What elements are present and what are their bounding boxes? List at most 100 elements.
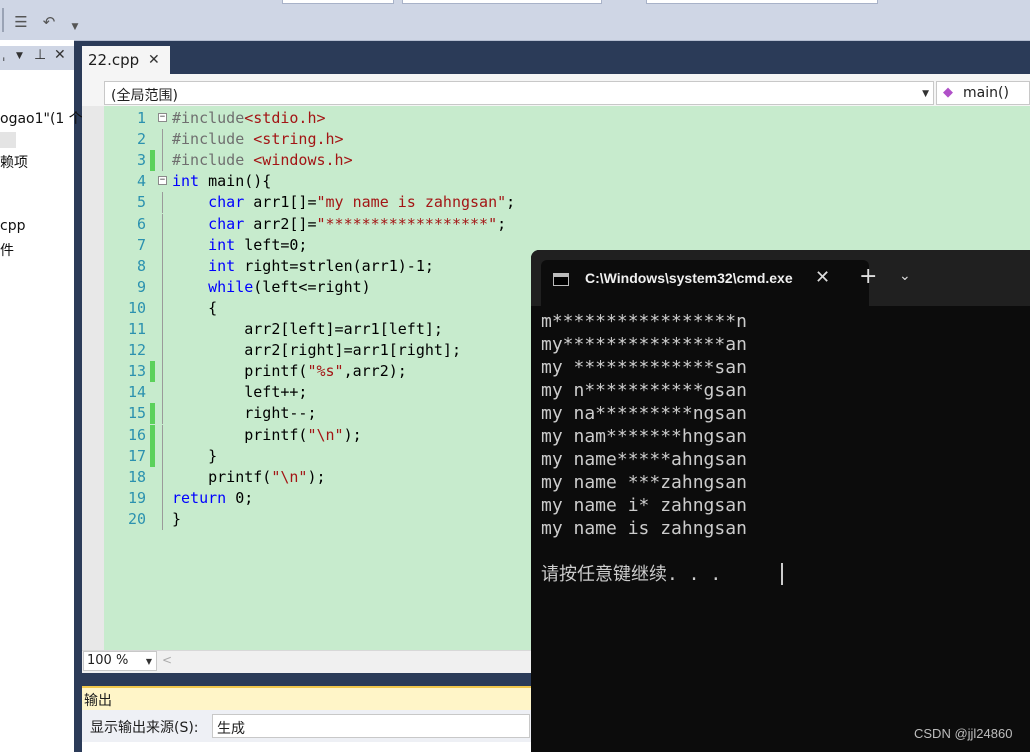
change-marker: [150, 361, 155, 383]
code-token: <stdio.h>: [244, 109, 326, 127]
scroll-left-icon[interactable]: <: [162, 653, 172, 667]
cmd-tab[interactable]: C:\Windows\system32\cmd.exe ✕: [541, 260, 869, 306]
code-line[interactable]: 16 printf("\n");: [108, 424, 528, 446]
close-icon[interactable]: ✕: [54, 47, 66, 63]
solution-explorer-panel: ogao1"(1 个 赖项 cpp 件: [0, 40, 83, 752]
fold-guide: [162, 319, 163, 340]
code-line[interactable]: 11 arr2[left]=arr1[left];: [108, 319, 528, 340]
code-token: );: [307, 467, 326, 486]
code-line[interactable]: 8 int right=strlen(arr1)-1;: [108, 255, 528, 277]
code-line[interactable]: 14 left++;: [108, 382, 528, 404]
zoom-dropdown[interactable]: 100 % ▼: [83, 651, 157, 671]
change-marker: [150, 150, 155, 172]
indent-icon[interactable]: ☰: [12, 13, 30, 31]
toolbar-combo-3[interactable]: [646, 0, 878, 4]
code-token: ;: [497, 214, 507, 233]
console-line: 请按任意键继续. . .: [541, 564, 722, 585]
solution-item-project[interactable]: ogao1"(1 个: [0, 108, 83, 128]
code-token: printf(: [172, 425, 308, 444]
code-line[interactable]: 10 {: [108, 297, 528, 319]
code-token: 0;: [226, 488, 254, 507]
line-number: 3: [136, 151, 146, 170]
solution-item-cpp[interactable]: cpp: [0, 218, 25, 234]
code-token: }: [172, 509, 182, 528]
line-number: 4: [136, 172, 146, 191]
toolbar-overflow-icon[interactable]: ▼: [66, 18, 84, 36]
chevron-down-icon[interactable]: ⌄: [899, 268, 911, 284]
code-line[interactable]: 5 char arr1[]="my name is zahngsan";: [108, 192, 528, 214]
output-source-select[interactable]: 生成: [212, 714, 530, 738]
output-title: 输出: [84, 693, 112, 709]
close-icon[interactable]: ✕: [148, 52, 160, 68]
code-text: return 0;: [172, 488, 253, 509]
selection-margin: [82, 106, 104, 650]
output-source-value: 生成: [217, 721, 245, 737]
code-line[interactable]: 9 while(left<=right): [108, 276, 528, 298]
chevron-down-icon: ▼: [922, 89, 929, 99]
line-number: 15: [127, 404, 146, 423]
code-line[interactable]: 1 − #include<stdio.h>: [108, 108, 528, 129]
code-line[interactable]: 17 }: [108, 445, 528, 467]
output-body: [82, 742, 532, 752]
code-token: arr2[]=: [244, 214, 317, 233]
fold-guide: [162, 297, 163, 319]
fold-guide: [162, 445, 163, 467]
line-number: 18: [127, 467, 146, 486]
console-line: my***************an: [541, 334, 747, 355]
solution-item-files[interactable]: 件: [0, 240, 14, 260]
change-marker: [150, 445, 155, 467]
code-line[interactable]: 7 int left=0;: [108, 234, 528, 256]
panel-menu-icon[interactable]: ˌ: [2, 48, 6, 63]
close-icon[interactable]: ✕: [815, 267, 830, 288]
tab-22-cpp[interactable]: 22.cpp ✕: [82, 46, 170, 74]
code-token: "%s": [307, 362, 344, 381]
code-token: (left<=right): [253, 277, 371, 296]
code-token: int: [208, 256, 236, 275]
console-line: my na*********ngsan: [541, 403, 747, 424]
code-text: }: [172, 509, 181, 530]
solution-item-dependencies[interactable]: 赖项: [0, 152, 28, 172]
code-line[interactable]: 12 arr2[right]=arr1[right];: [108, 340, 528, 362]
dropdown-icon[interactable]: ▼: [16, 51, 23, 61]
text-cursor: [781, 563, 783, 585]
code-line[interactable]: 19 return 0;: [108, 487, 528, 509]
code-token: right=strlen(arr1)-1;: [235, 256, 434, 275]
scope-dropdown[interactable]: (全局范围) ▼: [104, 81, 934, 105]
code-token: while: [208, 277, 254, 296]
new-tab-button[interactable]: +: [859, 264, 877, 289]
tree-expander[interactable]: [0, 132, 16, 148]
code-token: ,arr2);: [343, 362, 407, 381]
console-line: my name i* zahngsan: [541, 495, 747, 516]
code-text: printf("\n");: [172, 425, 361, 446]
code-line[interactable]: 3 #include <windows.h>: [108, 150, 528, 172]
fold-toggle-icon[interactable]: −: [158, 113, 167, 122]
code-line[interactable]: 2 #include <string.h>: [108, 129, 528, 151]
fold-guide: [162, 276, 163, 298]
code-line[interactable]: 20}: [108, 508, 528, 530]
code-line[interactable]: 6 char arr2[]="******************";: [108, 213, 528, 235]
line-number: 12: [127, 341, 146, 360]
code-line[interactable]: 15 right--;: [108, 403, 528, 425]
code-text: left++;: [172, 382, 307, 403]
code-line[interactable]: 4 − int main(){: [108, 171, 528, 192]
undo-icon[interactable]: ↶: [40, 13, 58, 31]
function-dropdown[interactable]: ◆ main(): [936, 81, 1030, 105]
line-number: 1: [136, 109, 146, 127]
pin-icon[interactable]: ⊥: [34, 47, 46, 63]
code-token: arr2[left]=arr1[left];: [172, 320, 443, 338]
code-line[interactable]: 13 printf("%s",arr2);: [108, 361, 528, 383]
fold-toggle-icon[interactable]: −: [158, 176, 167, 186]
toolbar-combo-2[interactable]: [402, 0, 602, 4]
line-number: 17: [127, 446, 146, 465]
code-token: char: [208, 193, 245, 212]
code-line[interactable]: 18 printf("\n");: [108, 466, 528, 488]
line-number: 10: [127, 298, 146, 317]
code-token: arr1[]=: [244, 193, 317, 212]
cmd-window[interactable]: C:\Windows\system32\cmd.exe ✕ + ⌄ m*****…: [531, 250, 1030, 752]
code-token: #include: [172, 130, 254, 149]
toolbar-combo-1[interactable]: [282, 0, 394, 4]
code-text: #include <string.h>: [172, 129, 344, 150]
